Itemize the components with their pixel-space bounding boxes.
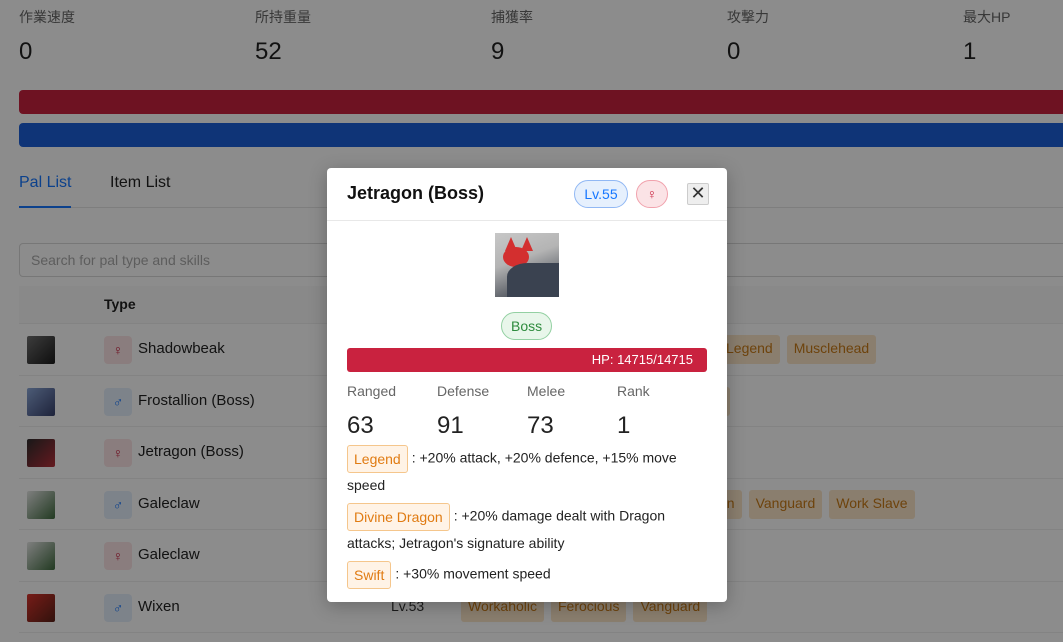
close-button[interactable]: ✕ — [687, 183, 709, 205]
stat-melee: Melee 73 — [527, 382, 565, 440]
female-icon: ♀ — [636, 180, 668, 208]
stat-title: Rank — [617, 383, 650, 399]
level-badge: Lv.55 — [574, 180, 628, 208]
passive-tag: Legend — [347, 445, 408, 473]
passive-description: : +30% movement speed — [395, 565, 551, 582]
pal-detail-modal: Jetragon (Boss) Lv.55 ♀ ✕ Boss HP: 14715… — [327, 168, 727, 602]
stat-value: 91 — [437, 412, 464, 439]
pal-portrait — [495, 233, 559, 297]
stat-defense: Defense 91 — [437, 382, 489, 440]
stat-value: 63 — [347, 412, 374, 439]
stat-title: Defense — [437, 383, 490, 399]
stat-rank: Rank 1 — [617, 382, 650, 440]
passive-skill: Legend: +20% attack, +20% defence, +15% … — [347, 445, 712, 498]
hp-bar: HP: 14715/14715 — [347, 348, 707, 372]
stat-title: Ranged — [347, 383, 397, 399]
body-shape — [507, 263, 559, 297]
stat-value: 73 — [527, 412, 554, 439]
hp-text: HP: 14715/14715 — [591, 352, 693, 367]
passive-skill: Divine Dragon: +20% damage dealt with Dr… — [347, 503, 712, 556]
modal-header: Jetragon (Boss) Lv.55 ♀ ✕ — [327, 168, 727, 221]
stat-title: Melee — [527, 383, 566, 399]
passive-tag: Divine Dragon — [347, 503, 450, 531]
stat-ranged: Ranged 63 — [347, 382, 396, 440]
stat-value: 1 — [617, 412, 631, 439]
boss-badge: Boss — [501, 312, 553, 340]
modal-title: Jetragon (Boss) — [347, 183, 485, 203]
passive-skill: Swift: +30% movement speed — [347, 561, 712, 589]
passive-tag: Swift — [347, 561, 392, 589]
